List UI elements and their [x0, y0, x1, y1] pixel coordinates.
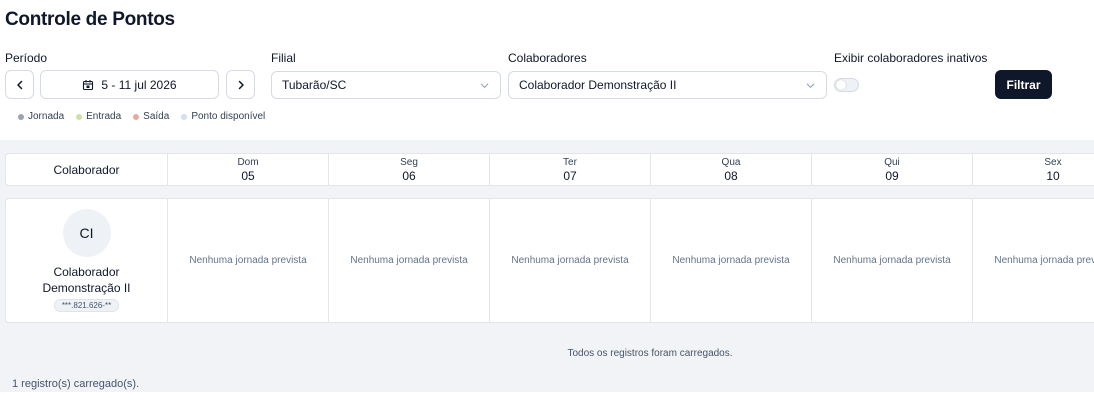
legend-item: Entrada [76, 111, 121, 122]
chevron-down-icon [480, 83, 489, 88]
branch-label: Filial [271, 51, 296, 65]
day-name: Seg [400, 156, 418, 168]
legend-item: Jornada [18, 111, 64, 122]
legend-item: Saída [133, 111, 169, 122]
period-label: Período [5, 51, 48, 65]
employee-name: Colaborador Demonstração II [42, 265, 131, 295]
legend-dot [76, 113, 83, 120]
day-name: Dom [237, 156, 259, 168]
legend: Jornada Entrada Saída Ponto disponível [18, 111, 265, 122]
previous-week-button[interactable] [5, 70, 34, 99]
header-day-sun: Dom 05 [168, 154, 329, 185]
table-row: CI Colaborador Demonstração II ***.821.6… [5, 198, 1094, 323]
header-day-fri: Sex 10 [973, 154, 1094, 185]
employees-value: Colaborador Demonstração II [519, 78, 677, 92]
legend-dot [18, 113, 24, 120]
period-value: 5 - 11 jul 2026 [101, 77, 177, 92]
employees-select[interactable]: Colaborador Demonstração II [508, 71, 827, 99]
employee-cell[interactable]: CI Colaborador Demonstração II ***.821.6… [6, 199, 168, 322]
header-day-tue: Ter 07 [490, 154, 651, 185]
legend-label: Jornada [28, 111, 65, 122]
header-day-mon: Seg 06 [329, 154, 490, 185]
calendar-icon [83, 79, 94, 90]
day-date: 05 [241, 168, 255, 183]
inactive-label: Exibir colaboradores inativos [834, 51, 988, 65]
employees-label: Colaboradores [508, 51, 587, 65]
legend-label: Saída [143, 111, 170, 122]
all-loaded-message: Todos os registros foram carregados. [567, 348, 733, 359]
chevron-left-icon [16, 80, 22, 89]
records-count: 1 registro(s) carregado(s). [12, 378, 140, 390]
page-title: Controle de Pontos [5, 9, 175, 30]
period-date-picker[interactable]: 5 - 11 jul 2026 [40, 70, 219, 99]
day-date: 06 [402, 168, 416, 183]
day-date: 08 [724, 168, 738, 183]
day-date: 10 [1046, 168, 1060, 183]
day-cell[interactable]: Nenhuma jornada prevista [973, 199, 1094, 322]
day-name: Ter [563, 156, 577, 168]
day-date: 09 [885, 168, 899, 183]
inactive-toggle[interactable] [834, 78, 859, 92]
header-day-wed: Qua 08 [651, 154, 812, 185]
legend-item: Ponto disponível [181, 111, 265, 122]
chevron-down-icon [806, 83, 815, 88]
day-cell[interactable]: Nenhuma jornada prevista [168, 199, 329, 322]
day-cell[interactable]: Nenhuma jornada prevista [812, 199, 973, 322]
branch-select[interactable]: Tubarão/SC [271, 71, 501, 99]
header-employee: Colaborador [6, 154, 168, 185]
day-cell[interactable]: Nenhuma jornada prevista [651, 199, 812, 322]
day-name: Sex [1044, 156, 1062, 168]
day-name: Qui [884, 156, 900, 168]
toggle-knob [836, 80, 846, 90]
table-header: Colaborador Dom 05 Seg 06 Ter 07 Qua 08 Qui 0… [5, 153, 1094, 186]
day-cell[interactable]: Nenhuma jornada prevista [490, 199, 651, 322]
employee-document-badge: ***.821.626-** [53, 299, 120, 312]
day-cell[interactable]: Nenhuma jornada prevista [329, 199, 490, 322]
avatar: CI [62, 209, 111, 257]
chevron-right-icon [238, 80, 244, 89]
filter-button[interactable]: Filtrar [995, 70, 1052, 99]
day-date: 07 [563, 168, 577, 183]
legend-label: Entrada [86, 111, 122, 122]
legend-label: Ponto disponível [191, 111, 266, 122]
branch-value: Tubarão/SC [282, 78, 347, 92]
day-name: Qua [721, 156, 741, 168]
legend-dot [181, 113, 188, 120]
header-day-thu: Qui 09 [812, 154, 973, 185]
legend-dot [133, 113, 140, 120]
next-week-button[interactable] [226, 70, 255, 99]
